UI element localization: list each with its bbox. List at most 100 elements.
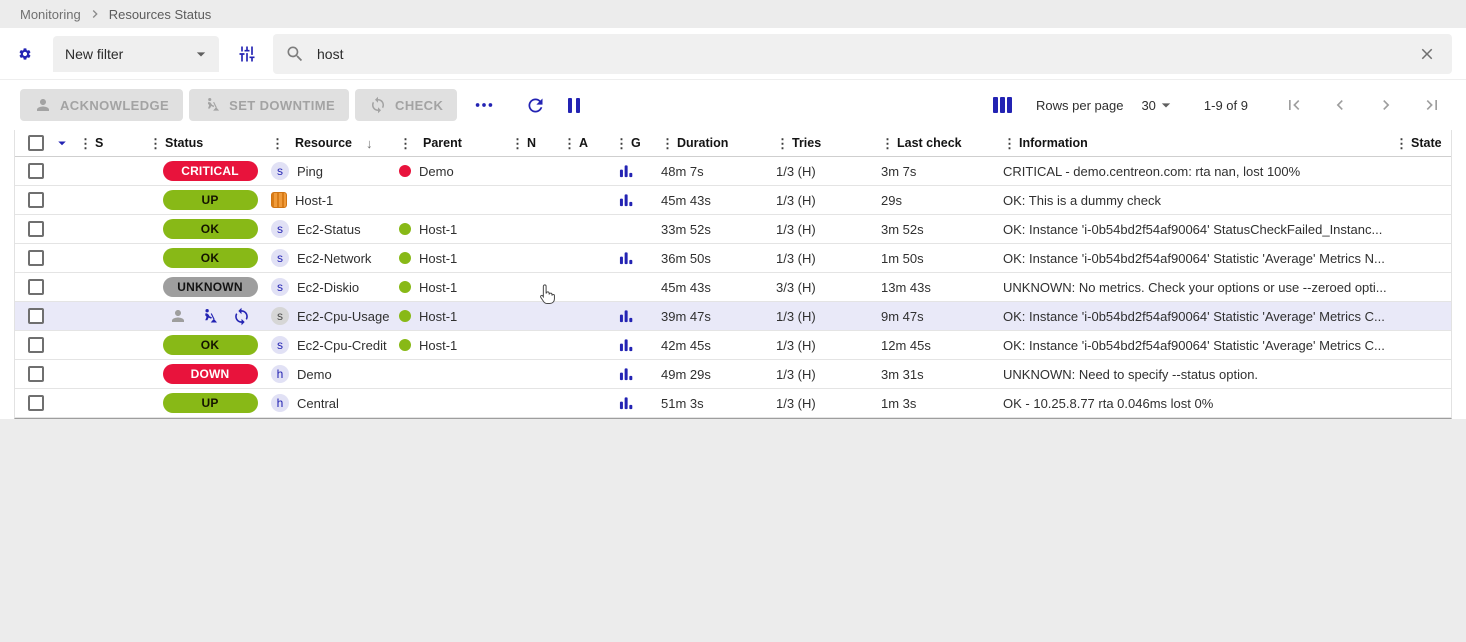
graph-icon[interactable]	[619, 337, 634, 353]
table-row[interactable]: UPHost-145m 43s1/3 (H)29sOK: This is a d…	[15, 186, 1451, 215]
cell-information: CRITICAL - demo.centreon.com: rta nan, l…	[1003, 164, 1395, 179]
cell-last-check: 3m 31s	[881, 367, 1003, 382]
pause-icon[interactable]	[564, 94, 584, 117]
graph-icon[interactable]	[619, 192, 634, 208]
header-last-check[interactable]: ⋮Last check	[881, 136, 1003, 150]
check-in-progress-icon[interactable]	[232, 307, 251, 326]
service-type-icon: s	[271, 278, 289, 296]
parent-status-dot	[399, 281, 411, 293]
header-severity[interactable]: ⋮S	[79, 136, 149, 150]
next-page-icon[interactable]	[1372, 91, 1400, 119]
cell-resource: sPing	[271, 162, 399, 180]
sort-desc-icon: ↓	[366, 136, 373, 151]
search-icon	[285, 44, 305, 64]
select-all-checkbox[interactable]	[28, 135, 44, 151]
service-type-icon: s	[271, 162, 289, 180]
pagination-controls: Rows per page 30 1-9 of 9	[993, 91, 1446, 119]
breadcrumb-resources-status[interactable]: Resources Status	[109, 7, 212, 22]
graph-icon[interactable]	[619, 308, 634, 324]
header-notes[interactable]: ⋮N	[511, 136, 563, 150]
table-row[interactable]: OKsEc2-Cpu-CreditHost-142m 45s1/3 (H)12m…	[15, 331, 1451, 360]
row-checkbox[interactable]	[28, 308, 44, 324]
cell-parent: Host-1	[399, 280, 511, 295]
cell-checkbox	[15, 250, 49, 266]
select-menu-caret-icon[interactable]	[49, 130, 79, 156]
header-graph[interactable]: ⋮G	[615, 136, 661, 150]
table-row[interactable]: CRITICALsPingDemo48m 7s1/3 (H)3m 7sCRITI…	[15, 157, 1451, 186]
cell-status	[149, 307, 271, 326]
cell-graph	[615, 337, 661, 353]
columns-settings-icon[interactable]	[993, 97, 1012, 113]
last-page-icon[interactable]	[1418, 91, 1446, 119]
graph-icon[interactable]	[619, 366, 634, 382]
drag-handle-icon: ⋮	[661, 137, 674, 150]
table-row[interactable]: UPhCentral51m 3s1/3 (H)1m 3sOK - 10.25.8…	[15, 389, 1451, 418]
cell-duration: 51m 3s	[661, 396, 776, 411]
row-checkbox[interactable]	[28, 221, 44, 237]
drag-handle-icon: ⋮	[271, 137, 284, 150]
status-badge: OK	[163, 335, 258, 355]
parent-status-dot	[399, 223, 411, 235]
row-checkbox[interactable]	[28, 395, 44, 411]
status-badge: DOWN	[163, 364, 258, 384]
header-state[interactable]: ⋮State	[1395, 136, 1451, 150]
cell-last-check: 12m 45s	[881, 338, 1003, 353]
cell-tries: 3/3 (H)	[776, 280, 881, 295]
header-parent[interactable]: ⋮Parent	[399, 136, 511, 150]
row-checkbox[interactable]	[28, 250, 44, 266]
cell-tries: 1/3 (H)	[776, 309, 881, 324]
table-row[interactable]: DOWNhDemo49m 29s1/3 (H)3m 31sUNKNOWN: Ne…	[15, 360, 1451, 389]
parent-name: Host-1	[419, 338, 457, 353]
check-button[interactable]: CHECK	[355, 89, 457, 121]
set-downtime-button[interactable]: SET DOWNTIME	[189, 89, 349, 121]
graph-icon[interactable]	[619, 250, 634, 266]
row-checkbox[interactable]	[28, 366, 44, 382]
downtime-icon[interactable]	[200, 307, 219, 326]
header-status[interactable]: ⋮Status	[149, 136, 271, 150]
clear-search-icon[interactable]	[1414, 41, 1440, 67]
cell-checkbox	[15, 192, 49, 208]
table-body: CRITICALsPingDemo48m 7s1/3 (H)3m 7sCRITI…	[15, 157, 1451, 418]
filter-settings-gear-icon[interactable]	[14, 43, 36, 65]
table-row[interactable]: UNKNOWNsEc2-DiskioHost-145m 43s3/3 (H)13…	[15, 273, 1451, 302]
graph-icon[interactable]	[619, 395, 634, 411]
table-row[interactable]: OKsEc2-NetworkHost-136m 50s1/3 (H)1m 50s…	[15, 244, 1451, 273]
graph-icon[interactable]	[619, 163, 634, 179]
advanced-filters-tune-icon[interactable]	[233, 40, 261, 68]
table-row[interactable]: OKsEc2-StatusHost-133m 52s1/3 (H)3m 52sO…	[15, 215, 1451, 244]
header-tries[interactable]: ⋮Tries	[776, 136, 881, 150]
cell-graph	[615, 250, 661, 266]
status-badge: OK	[163, 248, 258, 268]
cell-information: OK: Instance 'i-0b54bd2f54af90064' Stati…	[1003, 338, 1395, 353]
cell-graph	[615, 163, 661, 179]
acknowledged-icon[interactable]	[169, 307, 187, 325]
rows-per-page-select[interactable]: 30	[1141, 95, 1175, 115]
row-checkbox[interactable]	[28, 192, 44, 208]
filter-select[interactable]: New filter	[53, 36, 219, 72]
first-page-icon[interactable]	[1280, 91, 1308, 119]
header-duration[interactable]: ⋮Duration	[661, 136, 776, 150]
search-field[interactable]	[273, 34, 1452, 74]
resource-name: Ec2-Diskio	[297, 280, 359, 295]
header-resource[interactable]: ⋮Resource↓	[271, 136, 399, 151]
row-checkbox[interactable]	[28, 337, 44, 353]
cell-last-check: 13m 43s	[881, 280, 1003, 295]
acknowledge-button[interactable]: ACKNOWLEDGE	[20, 89, 183, 121]
previous-page-icon[interactable]	[1326, 91, 1354, 119]
more-actions-icon[interactable]	[469, 90, 499, 120]
cell-information: OK: Instance 'i-0b54bd2f54af90064' Statu…	[1003, 222, 1395, 237]
search-input[interactable]	[317, 46, 1414, 62]
cell-status: OK	[149, 219, 271, 239]
header-action[interactable]: ⋮A	[563, 136, 615, 150]
row-checkbox[interactable]	[28, 279, 44, 295]
cell-resource: sEc2-Network	[271, 249, 399, 267]
resource-name: Ec2-Cpu-Credit	[297, 338, 387, 353]
header-information[interactable]: ⋮Information	[1003, 136, 1395, 150]
cell-duration: 49m 29s	[661, 367, 776, 382]
cell-parent: Demo	[399, 164, 511, 179]
breadcrumb-monitoring[interactable]: Monitoring	[20, 7, 81, 22]
table-row[interactable]: sEc2-Cpu-UsageHost-139m 47s1/3 (H)9m 47s…	[15, 302, 1451, 331]
refresh-icon[interactable]	[521, 91, 550, 120]
row-checkbox[interactable]	[28, 163, 44, 179]
cell-duration: 45m 43s	[661, 193, 776, 208]
